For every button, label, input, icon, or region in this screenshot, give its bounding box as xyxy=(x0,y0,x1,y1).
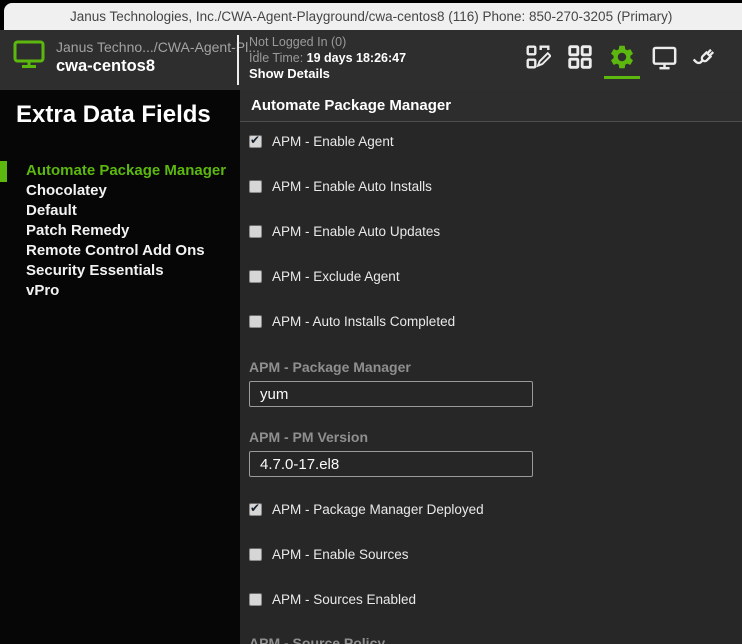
checkbox[interactable] xyxy=(249,135,262,148)
field-apm-auto-installs-completed[interactable]: APM - Auto Installs Completed xyxy=(249,313,455,329)
sidebar-item-label: Security Essentials xyxy=(26,262,164,279)
login-status: Not Logged In (0) xyxy=(249,34,406,50)
field-apm-sources-enabled[interactable]: APM - Sources Enabled xyxy=(249,591,416,607)
screen: Janus Technologies, Inc./CWA-Agent-Playg… xyxy=(0,0,742,644)
apm-pm-version-input[interactable] xyxy=(249,451,533,477)
idle-time: Idle Time: 19 days 18:26:47 xyxy=(249,50,406,66)
tab-title: Janus Technologies, Inc./CWA-Agent-Playg… xyxy=(70,9,672,24)
apm-package-manager-input[interactable] xyxy=(249,381,533,407)
sidebar-item-label: Remote Control Add Ons xyxy=(26,242,205,259)
checkbox[interactable] xyxy=(249,225,262,238)
field-apm-enable-agent[interactable]: APM - Enable Agent xyxy=(249,133,394,149)
checkbox-label: APM - Enable Sources xyxy=(272,547,409,562)
monitor-icon[interactable] xyxy=(650,43,678,71)
gear-icon[interactable] xyxy=(608,43,636,71)
sidebar-item-label: vPro xyxy=(26,282,59,299)
checkbox[interactable] xyxy=(249,593,262,606)
show-details-link[interactable]: Show Details xyxy=(249,66,406,82)
field-apm-package-manager-deployed[interactable]: APM - Package Manager Deployed xyxy=(249,501,484,517)
field-apm-enable-auto-installs[interactable]: APM - Enable Auto Installs xyxy=(249,178,432,194)
session-block: Not Logged In (0) Idle Time: 19 days 18:… xyxy=(249,34,406,82)
app-icon-bar xyxy=(524,43,720,71)
sidebar-item-remote-control-add-ons[interactable]: Remote Control Add Ons xyxy=(26,241,226,261)
checkbox-label: APM - Auto Installs Completed xyxy=(272,314,455,329)
sidebar: Extra Data Fields Automate Package Manag… xyxy=(0,90,240,644)
sidebar-item-automate-package-manager[interactable]: Automate Package Manager xyxy=(26,161,226,181)
sidebar-item-label: Chocolatey xyxy=(26,182,107,199)
grid-icon[interactable] xyxy=(566,43,594,71)
form-edit-icon[interactable] xyxy=(524,43,552,71)
plug-icon[interactable] xyxy=(692,43,720,71)
main-header: Automate Package Manager xyxy=(240,90,742,122)
sidebar-item-vpro[interactable]: vPro xyxy=(26,281,226,301)
body: Extra Data Fields Automate Package Manag… xyxy=(0,90,742,644)
sidebar-list: Automate Package Manager Chocolatey Defa… xyxy=(26,161,226,301)
page-title: Automate Package Manager xyxy=(251,97,451,114)
checkbox[interactable] xyxy=(249,315,262,328)
computer-name: cwa-centos8 xyxy=(56,57,260,76)
computer-status-icon xyxy=(13,40,45,70)
sidebar-title: Extra Data Fields xyxy=(16,101,211,129)
field-label-apm-source-policy: APM - Source Policy xyxy=(249,635,385,644)
field-apm-enable-sources[interactable]: APM - Enable Sources xyxy=(249,546,409,562)
checkbox-label: APM - Sources Enabled xyxy=(272,592,416,607)
idle-time-value: 19 days 18:26:47 xyxy=(307,51,406,65)
sidebar-item-security-essentials[interactable]: Security Essentials xyxy=(26,261,226,281)
checkbox-label: APM - Enable Auto Updates xyxy=(272,224,440,239)
sidebar-item-label: Automate Package Manager xyxy=(26,162,226,179)
app-bar-divider xyxy=(237,35,239,85)
checkbox-label: APM - Enable Auto Installs xyxy=(272,179,432,194)
checkbox-label: APM - Exclude Agent xyxy=(272,269,400,284)
checkbox[interactable] xyxy=(249,503,262,516)
sidebar-item-chocolatey[interactable]: Chocolatey xyxy=(26,181,226,201)
idle-time-label: Idle Time: xyxy=(249,51,307,65)
host-block: Janus Techno.../CWA-Agent-Pl... cwa-cent… xyxy=(56,39,260,76)
sidebar-item-patch-remedy[interactable]: Patch Remedy xyxy=(26,221,226,241)
checkbox[interactable] xyxy=(249,548,262,561)
sidebar-item-default[interactable]: Default xyxy=(26,201,226,221)
checkbox-label: APM - Package Manager Deployed xyxy=(272,502,484,517)
field-apm-exclude-agent[interactable]: APM - Exclude Agent xyxy=(249,268,400,284)
field-apm-enable-auto-updates[interactable]: APM - Enable Auto Updates xyxy=(249,223,440,239)
selected-item-indicator xyxy=(0,161,7,182)
checkbox-label: APM - Enable Agent xyxy=(272,134,394,149)
checkbox[interactable] xyxy=(249,270,262,283)
field-label-apm-package-manager: APM - Package Manager xyxy=(249,359,411,375)
window-title-bar: Janus Technologies, Inc./CWA-Agent-Playg… xyxy=(0,0,742,30)
browser-tab[interactable]: Janus Technologies, Inc./CWA-Agent-Playg… xyxy=(4,3,742,30)
main-panel: Automate Package Manager APM - Enable Ag… xyxy=(240,90,742,644)
checkbox[interactable] xyxy=(249,180,262,193)
sidebar-item-label: Patch Remedy xyxy=(26,222,129,239)
sidebar-item-label: Default xyxy=(26,202,77,219)
app-bar: Janus Techno.../CWA-Agent-Pl... cwa-cent… xyxy=(0,30,742,90)
field-label-apm-pm-version: APM - PM Version xyxy=(249,429,368,445)
breadcrumb[interactable]: Janus Techno.../CWA-Agent-Pl... xyxy=(56,39,260,55)
